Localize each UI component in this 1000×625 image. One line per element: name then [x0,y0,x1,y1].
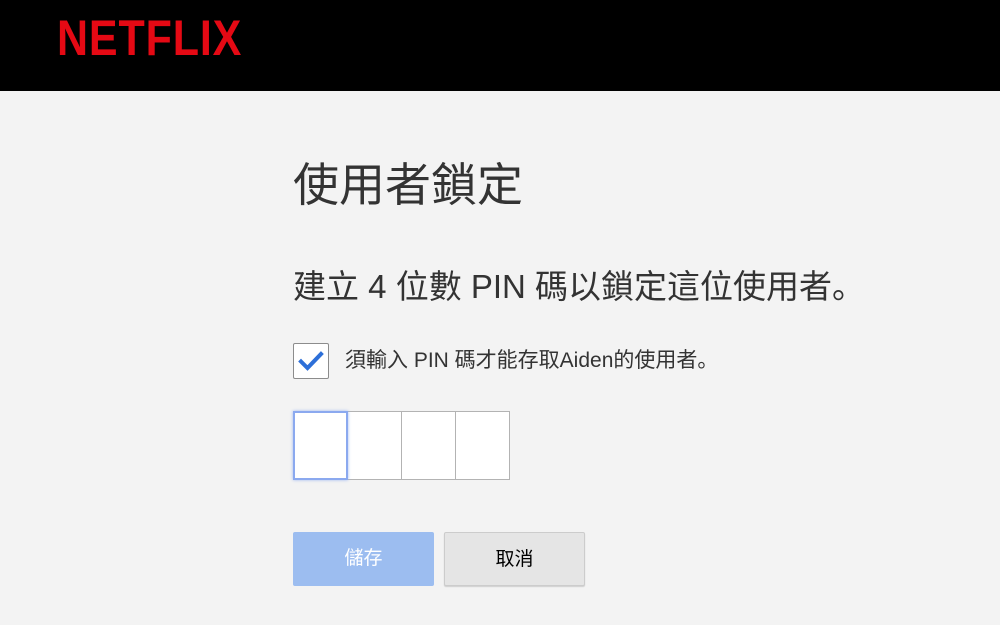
pin-digit-2[interactable] [347,411,402,480]
require-pin-row[interactable]: 須輸入 PIN 碼才能存取Aiden的使用者。 [293,341,718,381]
pin-input-group [293,411,510,480]
page-title: 使用者鎖定 [293,159,523,211]
cancel-button[interactable]: 取消 [444,532,585,586]
action-buttons: 儲存 取消 [293,532,585,586]
save-button[interactable]: 儲存 [293,532,434,586]
pin-digit-3[interactable] [401,411,456,480]
instruction-text: 建立 4 位數 PIN 碼以鎖定這位使用者。 [293,268,866,305]
checkmark-icon [298,351,324,371]
require-pin-label: 須輸入 PIN 碼才能存取Aiden的使用者。 [345,349,719,372]
require-pin-checkbox[interactable] [293,343,329,379]
pin-digit-1[interactable] [293,411,348,480]
netflix-logo[interactable]: NETFLIX [57,8,242,68]
top-bar: NETFLIX [0,0,1000,91]
pin-digit-4[interactable] [455,411,510,480]
